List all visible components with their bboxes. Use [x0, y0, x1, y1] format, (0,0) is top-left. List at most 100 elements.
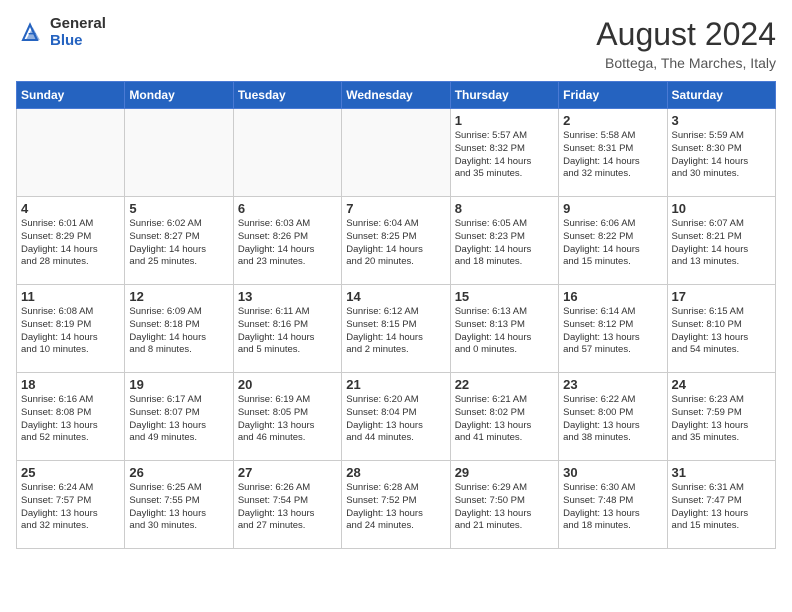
day-number: 24 [672, 377, 771, 392]
day-number: 16 [563, 289, 662, 304]
calendar-cell: 7Sunrise: 6:04 AM Sunset: 8:25 PM Daylig… [342, 197, 450, 285]
logo-general-text: General [50, 16, 106, 33]
day-info: Sunrise: 5:59 AM Sunset: 8:30 PM Dayligh… [672, 130, 771, 181]
calendar-cell: 2Sunrise: 5:58 AM Sunset: 8:31 PM Daylig… [559, 109, 667, 197]
calendar-cell: 14 Sunrise: 6:12 AM Sunset: 8:15 PM Dayli… [342, 285, 450, 373]
calendar-header-sunday: Sunday [17, 82, 125, 109]
day-number: 21 [346, 377, 445, 392]
calendar-week-row: 11 Sunrise: 6:08 AM Sunset: 8:19 PM Dayli… [17, 285, 776, 373]
day-info: Sunrise: 6:23 AM Sunset: 7:59 PM Dayligh… [672, 394, 771, 445]
day-number: 17 [672, 289, 771, 304]
day-number: 8 [455, 201, 554, 216]
calendar-week-row: 25 Sunrise: 6:24 AM Sunset: 7:57 PM Dayli… [17, 461, 776, 549]
day-info: Sunrise: 6:20 AM Sunset: 8:04 PM Dayligh… [346, 394, 445, 445]
day-info: Sunrise: 6:03 AM Sunset: 8:26 PM Dayligh… [238, 218, 337, 269]
logo-blue-text: Blue [50, 33, 106, 50]
day-info: Sunrise: 6:26 AM Sunset: 7:54 PM Dayligh… [238, 482, 337, 533]
day-number: 10 [672, 201, 771, 216]
calendar-header-saturday: Saturday [667, 82, 775, 109]
day-info: Sunrise: 6:28 AM Sunset: 7:52 PM Dayligh… [346, 482, 445, 533]
calendar-cell: 21 Sunrise: 6:20 AM Sunset: 8:04 PM Dayli… [342, 373, 450, 461]
calendar-cell: 23 Sunrise: 6:22 AM Sunset: 8:00 PM Dayli… [559, 373, 667, 461]
calendar-cell [342, 109, 450, 197]
location-subtitle: Bottega, The Marches, Italy [596, 55, 776, 71]
day-info: Sunrise: 6:05 AM Sunset: 8:23 PM Dayligh… [455, 218, 554, 269]
calendar-cell: 10 Sunrise: 6:07 AM Sunset: 8:21 PM Dayli… [667, 197, 775, 285]
calendar-cell: 15Sunrise: 6:13 AM Sunset: 8:13 PM Dayli… [450, 285, 558, 373]
calendar-header-row: SundayMondayTuesdayWednesdayThursdayFrid… [17, 82, 776, 109]
day-number: 14 [346, 289, 445, 304]
calendar-cell: 8 Sunrise: 6:05 AM Sunset: 8:23 PM Daylig… [450, 197, 558, 285]
day-number: 2 [563, 113, 662, 128]
day-info: Sunrise: 6:29 AM Sunset: 7:50 PM Dayligh… [455, 482, 554, 533]
calendar-cell: 29 Sunrise: 6:29 AM Sunset: 7:50 PM Dayli… [450, 461, 558, 549]
day-number: 28 [346, 465, 445, 480]
calendar-cell: 30 Sunrise: 6:30 AM Sunset: 7:48 PM Dayli… [559, 461, 667, 549]
calendar-cell: 31 Sunrise: 6:31 AM Sunset: 7:47 PM Dayli… [667, 461, 775, 549]
day-info: Sunrise: 6:08 AM Sunset: 8:19 PM Dayligh… [21, 306, 120, 357]
calendar-cell: 12 Sunrise: 6:09 AM Sunset: 8:18 PM Dayli… [125, 285, 233, 373]
day-number: 29 [455, 465, 554, 480]
calendar-cell: 13Sunrise: 6:11 AM Sunset: 8:16 PM Dayli… [233, 285, 341, 373]
day-info: Sunrise: 6:01 AM Sunset: 8:29 PM Dayligh… [21, 218, 120, 269]
day-info: Sunrise: 6:14 AM Sunset: 8:12 PM Dayligh… [563, 306, 662, 357]
day-number: 12 [129, 289, 228, 304]
calendar-cell: 24 Sunrise: 6:23 AM Sunset: 7:59 PM Dayli… [667, 373, 775, 461]
calendar-cell: 3 Sunrise: 5:59 AM Sunset: 8:30 PM Daylig… [667, 109, 775, 197]
day-info: Sunrise: 6:16 AM Sunset: 8:08 PM Dayligh… [21, 394, 120, 445]
day-number: 23 [563, 377, 662, 392]
calendar-week-row: 4Sunrise: 6:01 AM Sunset: 8:29 PM Daylig… [17, 197, 776, 285]
calendar-header-thursday: Thursday [450, 82, 558, 109]
day-number: 5 [129, 201, 228, 216]
calendar-cell [17, 109, 125, 197]
calendar-cell: 5 Sunrise: 6:02 AM Sunset: 8:27 PM Daylig… [125, 197, 233, 285]
logo-icon [16, 19, 44, 47]
day-info: Sunrise: 6:19 AM Sunset: 8:05 PM Dayligh… [238, 394, 337, 445]
calendar-cell: 27Sunrise: 6:26 AM Sunset: 7:54 PM Dayli… [233, 461, 341, 549]
calendar-header-wednesday: Wednesday [342, 82, 450, 109]
calendar-table: SundayMondayTuesdayWednesdayThursdayFrid… [16, 81, 776, 549]
day-number: 6 [238, 201, 337, 216]
calendar-header-friday: Friday [559, 82, 667, 109]
logo: General Blue [16, 16, 106, 49]
day-info: Sunrise: 6:24 AM Sunset: 7:57 PM Dayligh… [21, 482, 120, 533]
day-info: Sunrise: 6:17 AM Sunset: 8:07 PM Dayligh… [129, 394, 228, 445]
day-info: Sunrise: 6:31 AM Sunset: 7:47 PM Dayligh… [672, 482, 771, 533]
day-number: 11 [21, 289, 120, 304]
day-number: 31 [672, 465, 771, 480]
day-number: 3 [672, 113, 771, 128]
day-number: 13 [238, 289, 337, 304]
title-area: August 2024 Bottega, The Marches, Italy [596, 16, 776, 71]
month-year-title: August 2024 [596, 16, 776, 53]
day-info: Sunrise: 6:06 AM Sunset: 8:22 PM Dayligh… [563, 218, 662, 269]
calendar-cell [125, 109, 233, 197]
day-info: Sunrise: 6:07 AM Sunset: 8:21 PM Dayligh… [672, 218, 771, 269]
calendar-cell: 16 Sunrise: 6:14 AM Sunset: 8:12 PM Dayli… [559, 285, 667, 373]
calendar-cell [233, 109, 341, 197]
calendar-cell: 17Sunrise: 6:15 AM Sunset: 8:10 PM Dayli… [667, 285, 775, 373]
calendar-header-monday: Monday [125, 82, 233, 109]
calendar-cell: 26Sunrise: 6:25 AM Sunset: 7:55 PM Dayli… [125, 461, 233, 549]
calendar-cell: 28 Sunrise: 6:28 AM Sunset: 7:52 PM Dayli… [342, 461, 450, 549]
day-info: Sunrise: 6:30 AM Sunset: 7:48 PM Dayligh… [563, 482, 662, 533]
day-info: Sunrise: 6:04 AM Sunset: 8:25 PM Dayligh… [346, 218, 445, 269]
calendar-cell: 25 Sunrise: 6:24 AM Sunset: 7:57 PM Dayli… [17, 461, 125, 549]
day-info: Sunrise: 6:09 AM Sunset: 8:18 PM Dayligh… [129, 306, 228, 357]
day-number: 19 [129, 377, 228, 392]
day-info: Sunrise: 6:12 AM Sunset: 8:15 PM Dayligh… [346, 306, 445, 357]
day-info: Sunrise: 6:22 AM Sunset: 8:00 PM Dayligh… [563, 394, 662, 445]
day-number: 22 [455, 377, 554, 392]
calendar-cell: 18 Sunrise: 6:16 AM Sunset: 8:08 PM Dayli… [17, 373, 125, 461]
day-number: 20 [238, 377, 337, 392]
day-number: 15 [455, 289, 554, 304]
day-number: 30 [563, 465, 662, 480]
day-info: Sunrise: 6:25 AM Sunset: 7:55 PM Dayligh… [129, 482, 228, 533]
day-number: 18 [21, 377, 120, 392]
day-info: Sunrise: 6:21 AM Sunset: 8:02 PM Dayligh… [455, 394, 554, 445]
day-number: 9 [563, 201, 662, 216]
day-info: Sunrise: 6:02 AM Sunset: 8:27 PM Dayligh… [129, 218, 228, 269]
day-number: 25 [21, 465, 120, 480]
calendar-cell: 6 Sunrise: 6:03 AM Sunset: 8:26 PM Daylig… [233, 197, 341, 285]
calendar-week-row: 1Sunrise: 5:57 AM Sunset: 8:32 PM Daylig… [17, 109, 776, 197]
calendar-cell: 1Sunrise: 5:57 AM Sunset: 8:32 PM Daylig… [450, 109, 558, 197]
